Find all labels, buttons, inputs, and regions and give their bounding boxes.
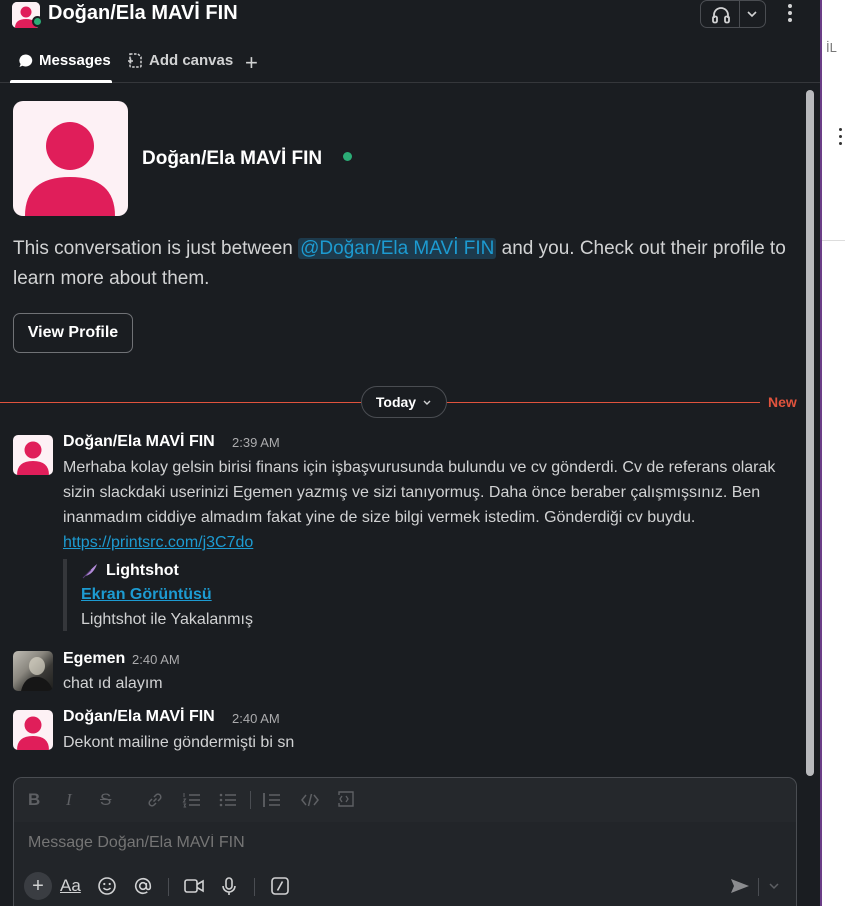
bulleted-list-icon[interactable] xyxy=(218,791,238,809)
message-body: Merhaba kolay gelsin birisi finans için … xyxy=(63,459,776,526)
active-tab-indicator xyxy=(10,80,112,83)
message-text: Dekont mailine göndermişti bi sn xyxy=(63,734,295,751)
send-icon[interactable] xyxy=(728,872,752,900)
new-divider-line xyxy=(0,402,362,403)
adjacent-window-edge: İL xyxy=(820,0,845,906)
link-preview: Lightshot Ekran Görüntüsü Lightshot ile … xyxy=(63,559,363,631)
message-timestamp[interactable]: 2:39 AM xyxy=(232,435,280,450)
video-icon[interactable] xyxy=(183,872,205,900)
feather-icon xyxy=(82,564,97,579)
preview-title-link[interactable]: Ekran Görüntüsü xyxy=(81,583,363,607)
tab-messages-label: Messages xyxy=(39,52,111,69)
message-avatar[interactable] xyxy=(13,710,53,750)
user-mention[interactable]: @Doğan/Ela MAVİ FIN xyxy=(298,238,497,259)
headphones-icon xyxy=(712,7,730,24)
person-icon xyxy=(17,716,49,750)
intro-text-before: This conversation is just between xyxy=(13,238,299,259)
emoji-icon[interactable] xyxy=(97,872,117,900)
chevron-down-icon[interactable] xyxy=(745,7,759,21)
preview-site-name: Lightshot xyxy=(106,562,179,579)
mention-icon[interactable] xyxy=(133,872,153,900)
italic-icon[interactable]: I xyxy=(66,790,72,810)
formatting-toggle-button[interactable]: Aa xyxy=(60,872,81,900)
message-link[interactable]: https://printsrc.com/j3C7do xyxy=(63,534,253,551)
microphone-icon[interactable] xyxy=(220,872,238,900)
composer-actions: + Aa xyxy=(14,872,796,904)
adjacent-text-fragment: İL xyxy=(826,40,837,55)
more-options-icon[interactable] xyxy=(782,2,798,26)
profile-avatar-large[interactable] xyxy=(13,101,128,216)
message-author[interactable]: Doğan/Ela MAVİ FIN xyxy=(63,433,215,451)
message-composer: B I S Message Doğan/Ela MAVİ FIN + Aa xyxy=(13,777,797,906)
huddle-separator xyxy=(739,1,740,27)
message-avatar[interactable] xyxy=(13,435,53,475)
new-messages-label: New xyxy=(768,394,797,410)
message-timestamp[interactable]: 2:40 AM xyxy=(132,652,180,667)
slash-command-icon[interactable] xyxy=(270,872,290,900)
intro-user-name[interactable]: Doğan/Ela MAVİ FIN xyxy=(142,148,322,170)
date-label: Today xyxy=(375,394,417,410)
code-icon[interactable] xyxy=(300,791,320,809)
tab-messages[interactable]: Messages xyxy=(18,52,111,69)
toolbar-separator xyxy=(758,878,759,896)
adjacent-divider xyxy=(822,240,845,241)
scrollbar[interactable] xyxy=(806,90,814,776)
presence-indicator xyxy=(343,152,352,161)
chevron-down-icon[interactable] xyxy=(766,872,782,900)
message-author[interactable]: Doğan/Ela MAVİ FIN xyxy=(63,708,215,726)
attach-plus-button[interactable]: + xyxy=(24,872,52,900)
person-icon xyxy=(17,441,49,475)
toolbar-separator xyxy=(254,878,255,896)
code-block-icon[interactable] xyxy=(336,790,356,808)
chevron-down-icon xyxy=(423,400,431,405)
link-icon[interactable] xyxy=(146,791,164,809)
message-bubble-icon xyxy=(19,53,33,67)
formatting-toolbar: B I S xyxy=(14,778,796,822)
message-text: Merhaba kolay gelsin birisi finans için … xyxy=(63,455,793,555)
toolbar-separator xyxy=(168,878,169,896)
preview-site: Lightshot xyxy=(81,559,363,583)
toolbar-separator xyxy=(250,791,251,809)
message-text: chat ıd alayım xyxy=(63,675,163,692)
preview-description: Lightshot ile Yakalanmış xyxy=(81,611,253,628)
message-input[interactable] xyxy=(28,834,768,852)
channel-title[interactable]: Doğan/Ela MAVİ FIN xyxy=(48,2,238,25)
presence-indicator xyxy=(32,16,43,27)
message-avatar-photo[interactable] xyxy=(13,651,53,691)
date-jump-button[interactable]: Today xyxy=(361,386,447,418)
tab-add-canvas[interactable]: Add canvas xyxy=(127,52,233,69)
bold-icon[interactable]: B xyxy=(28,790,40,810)
conversation-pane: Doğan/Ela MAVİ FIN Messages Add canvas +… xyxy=(0,0,820,906)
tab-add-canvas-label: Add canvas xyxy=(149,52,234,69)
message-author[interactable]: Egemen xyxy=(63,650,125,668)
more-options-icon xyxy=(839,128,843,149)
canvas-icon xyxy=(128,53,142,68)
new-divider-line xyxy=(446,402,760,403)
app-window: Doğan/Ela MAVİ FIN Messages Add canvas +… xyxy=(0,0,845,906)
person-icon xyxy=(25,122,115,216)
blockquote-icon[interactable] xyxy=(262,791,282,809)
user-photo-icon xyxy=(21,657,53,691)
intro-description: This conversation is just between @Doğan… xyxy=(13,234,803,294)
strikethrough-icon[interactable]: S xyxy=(100,790,111,810)
add-tab-icon[interactable]: + xyxy=(245,50,258,76)
channel-header: Doğan/Ela MAVİ FIN xyxy=(0,0,820,40)
ordered-list-icon[interactable] xyxy=(182,791,202,809)
view-profile-button[interactable]: View Profile xyxy=(13,313,133,353)
huddle-button[interactable] xyxy=(700,0,766,28)
tab-bar: Messages Add canvas + xyxy=(0,40,820,83)
message-timestamp[interactable]: 2:40 AM xyxy=(232,711,280,726)
